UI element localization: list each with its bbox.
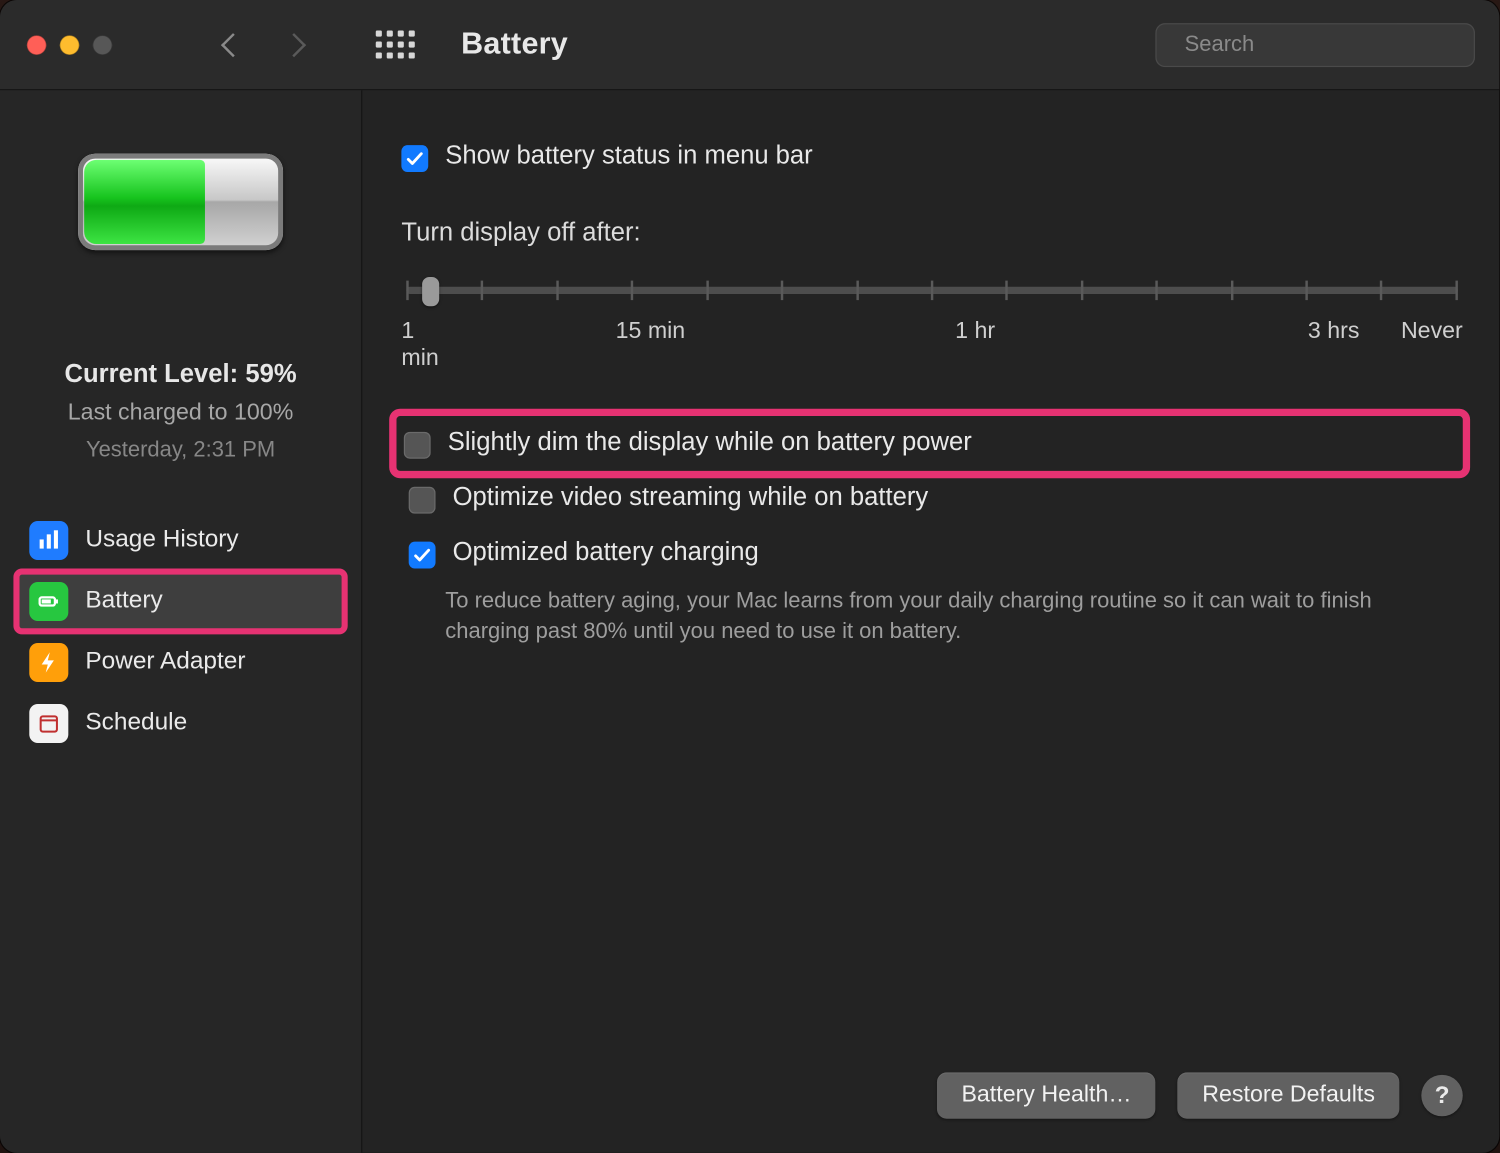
- last-charged-label: Last charged to 100%: [65, 395, 297, 431]
- sidebar-nav: Usage History Battery Power Adapter: [0, 511, 361, 753]
- search-field[interactable]: [1155, 23, 1475, 67]
- show-all-button[interactable]: [376, 31, 415, 59]
- show-status-row[interactable]: Show battery status in menu bar: [401, 142, 1462, 173]
- sidebar-item-battery[interactable]: Battery: [17, 572, 344, 631]
- show-status-checkbox[interactable]: [401, 145, 428, 172]
- window-title: Battery: [461, 27, 568, 62]
- sidebar-item-label: Usage History: [85, 526, 238, 554]
- titlebar: Battery: [0, 0, 1499, 90]
- main-panel: Show battery status in menu bar Turn dis…: [362, 90, 1499, 1153]
- forward-button[interactable]: [282, 32, 306, 56]
- battery-nav-icon: [29, 582, 68, 621]
- sidebar-item-label: Battery: [85, 587, 162, 615]
- help-button[interactable]: ?: [1421, 1075, 1462, 1116]
- slider-label: 15 min: [616, 318, 686, 372]
- usage-history-icon: [29, 521, 68, 560]
- battery-icon: [78, 154, 283, 250]
- optimize-video-row[interactable]: Optimize video streaming while on batter…: [401, 478, 1462, 518]
- last-charged-time: Yesterday, 2:31 PM: [65, 433, 297, 467]
- sidebar-item-power-adapter[interactable]: Power Adapter: [17, 633, 344, 692]
- system-preferences-window: Battery Current Level:: [0, 0, 1499, 1153]
- nav-arrows: [224, 36, 302, 53]
- dim-display-row[interactable]: Slightly dim the display while on batter…: [397, 416, 1463, 471]
- back-button[interactable]: [221, 32, 245, 56]
- minimize-button[interactable]: [60, 35, 80, 55]
- power-adapter-icon: [29, 643, 68, 682]
- battery-fill: [84, 160, 205, 244]
- current-level: Current Level: 59%: [65, 355, 297, 395]
- slider-label: 3 hrs: [1308, 318, 1360, 372]
- optimized-charging-desc: To reduce battery aging, your Mac learns…: [445, 586, 1433, 647]
- zoom-button[interactable]: [93, 35, 113, 55]
- slider-thumb[interactable]: [422, 277, 439, 306]
- sidebar-item-label: Power Adapter: [85, 648, 245, 676]
- slider-ticks: [406, 281, 1458, 301]
- schedule-icon: [29, 704, 68, 743]
- battery-health-button[interactable]: Battery Health…: [937, 1072, 1156, 1118]
- sidebar-item-label: Schedule: [85, 709, 187, 737]
- optimized-charging-row[interactable]: Optimized battery charging: [401, 533, 1462, 573]
- optimized-charging-label: Optimized battery charging: [453, 538, 759, 567]
- close-button[interactable]: [27, 35, 47, 55]
- search-input[interactable]: [1182, 31, 1470, 59]
- optimize-video-checkbox[interactable]: [409, 487, 436, 514]
- turn-off-label: Turn display off after:: [401, 218, 1462, 247]
- footer-buttons: Battery Health… Restore Defaults ?: [401, 1072, 1462, 1123]
- battery-stats: Current Level: 59% Last charged to 100% …: [65, 355, 297, 467]
- slider-label: Never: [1401, 318, 1463, 372]
- display-off-slider[interactable]: 1 min 15 min 1 hr 3 hrs Never: [401, 265, 1462, 372]
- dim-display-label: Slightly dim the display while on batter…: [448, 428, 972, 457]
- restore-defaults-button[interactable]: Restore Defaults: [1178, 1072, 1399, 1118]
- dim-display-checkbox[interactable]: [404, 432, 431, 459]
- slider-track[interactable]: [406, 287, 1458, 294]
- slider-label: 1 hr: [955, 318, 995, 372]
- optimize-video-label: Optimize video streaming while on batter…: [453, 483, 929, 512]
- slider-labels: 1 min 15 min 1 hr 3 hrs Never: [401, 318, 1462, 372]
- sidebar-item-usage-history[interactable]: Usage History: [17, 511, 344, 570]
- slider-label: 1 min: [401, 318, 438, 372]
- sidebar: Current Level: 59% Last charged to 100% …: [0, 90, 362, 1153]
- optimized-charging-checkbox[interactable]: [409, 542, 436, 569]
- traffic-lights: [27, 35, 112, 55]
- sidebar-item-schedule[interactable]: Schedule: [17, 694, 344, 753]
- show-status-label: Show battery status in menu bar: [445, 142, 812, 171]
